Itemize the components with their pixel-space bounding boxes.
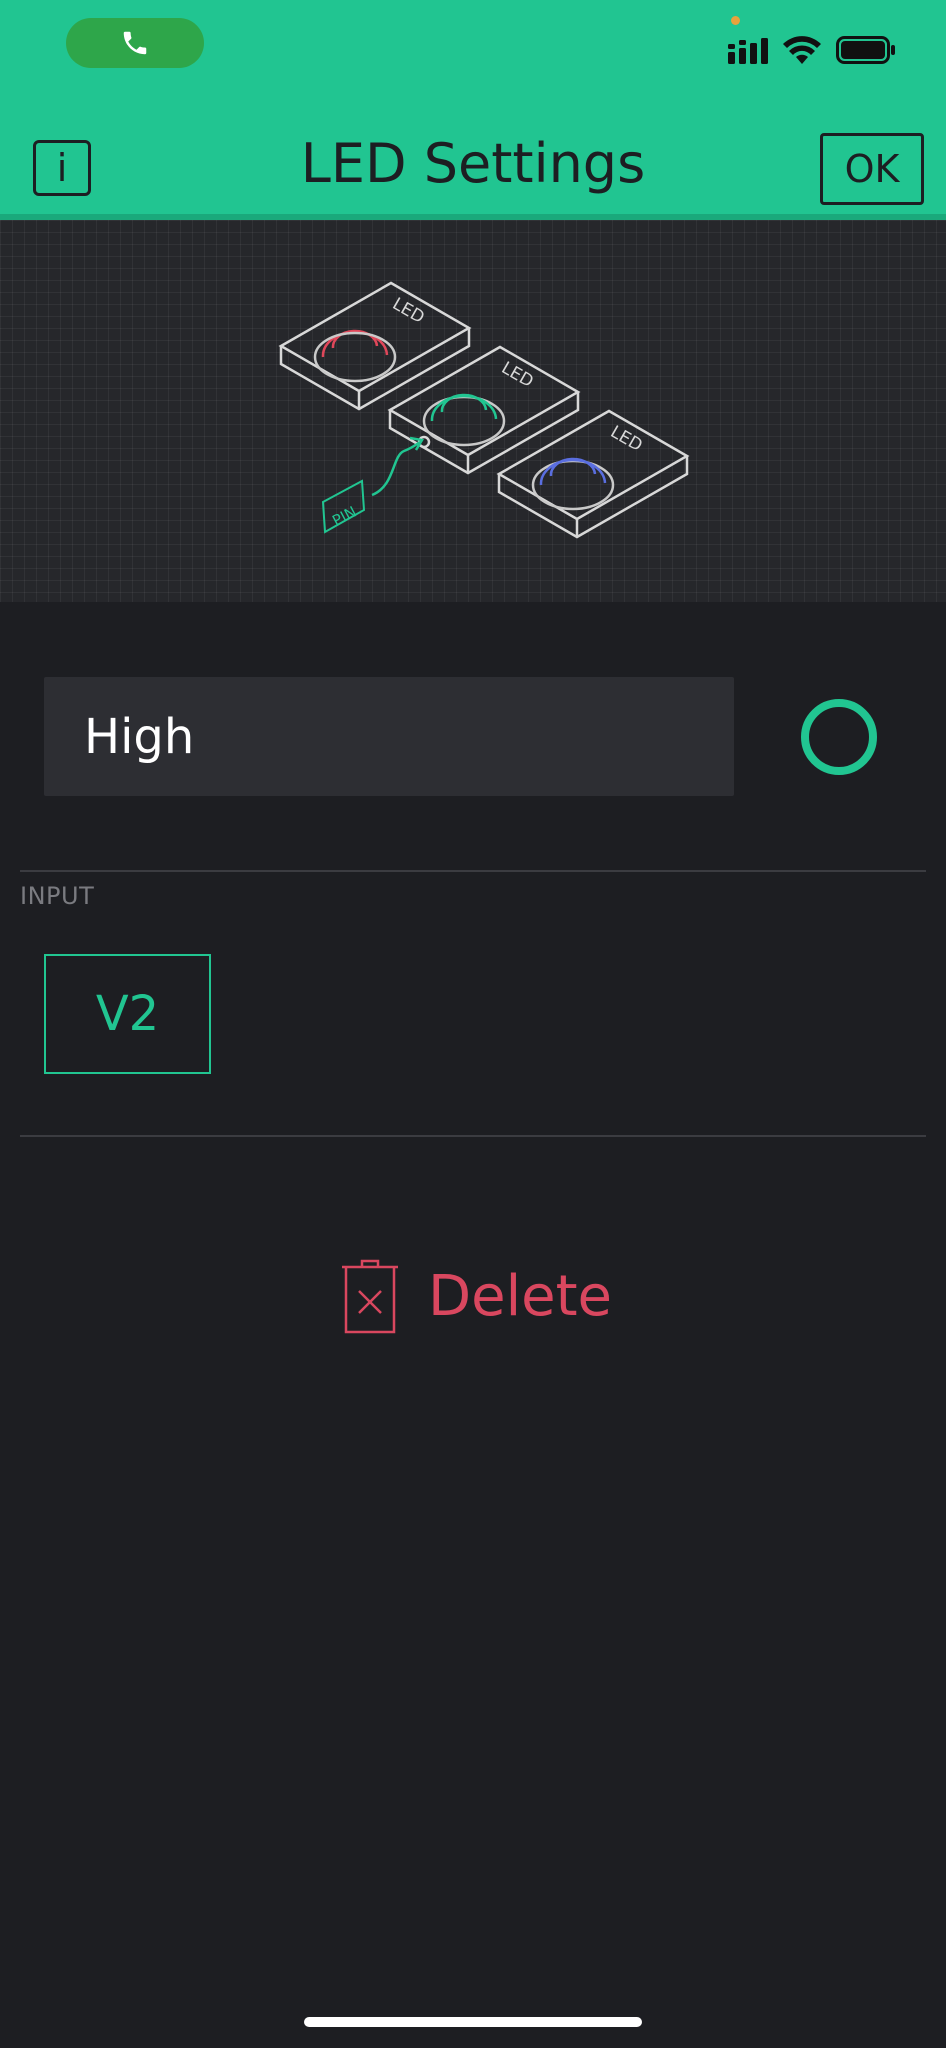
led-illustration: LED LED LED PIN	[0, 220, 946, 602]
divider	[20, 1135, 926, 1137]
led-label: LED	[389, 294, 428, 328]
trash-icon	[342, 1259, 398, 1334]
home-indicator[interactable]	[304, 2017, 642, 2027]
privacy-indicator-dot	[731, 16, 740, 25]
delete-label: Delete	[428, 1263, 612, 1329]
led-blue-module	[496, 409, 690, 539]
phone-icon	[123, 31, 147, 55]
color-picker-button[interactable]	[801, 699, 877, 775]
input-section-label: INPUT	[20, 882, 95, 910]
delete-button[interactable]: Delete	[338, 1258, 612, 1334]
page-title: LED Settings	[300, 132, 646, 195]
divider	[20, 870, 926, 872]
wifi-icon	[783, 36, 821, 64]
led-red-module	[278, 281, 472, 411]
led-label: LED	[607, 422, 646, 456]
battery-icon	[836, 36, 895, 64]
status-bar	[0, 0, 946, 110]
cellular-signal-icon	[728, 38, 768, 64]
led-green-module	[387, 345, 581, 475]
led-label: LED	[498, 358, 537, 392]
input-pin-selector[interactable]: V2	[44, 954, 211, 1074]
call-indicator[interactable]	[66, 18, 204, 68]
name-input[interactable]: High	[44, 677, 734, 796]
ok-button[interactable]: OK	[820, 133, 924, 205]
